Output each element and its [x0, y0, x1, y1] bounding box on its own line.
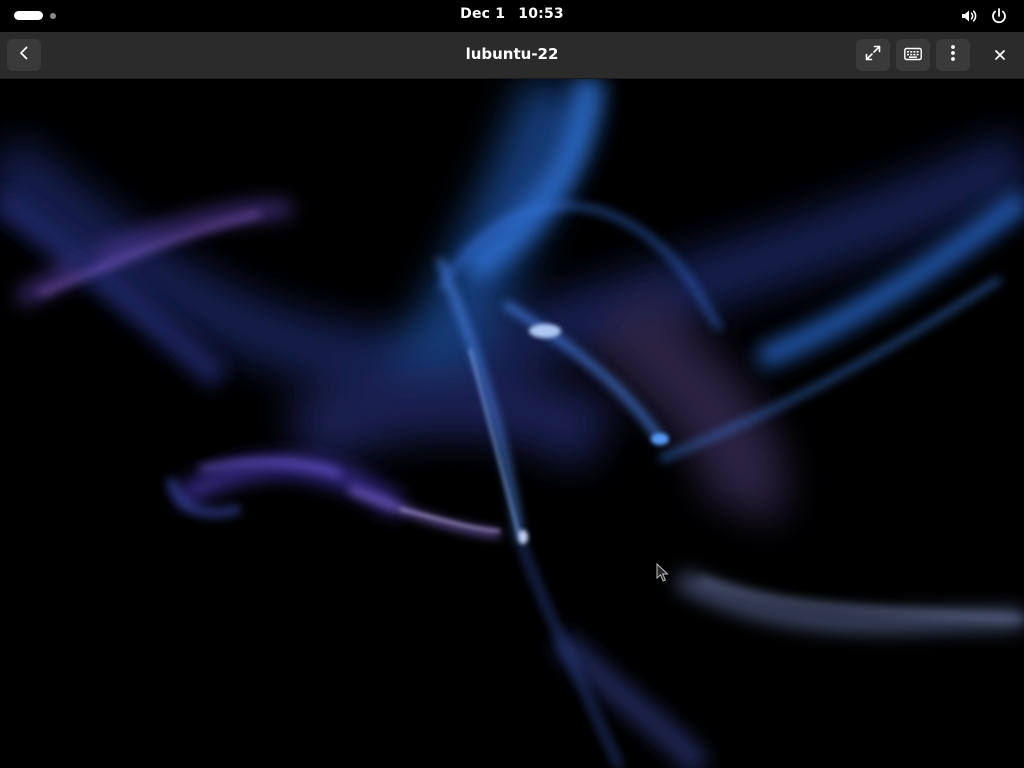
- window-header-bar: lubuntu-22: [0, 32, 1024, 79]
- keyboard-icon: [904, 46, 922, 65]
- speaker-icon[interactable]: [960, 7, 978, 25]
- mouse-pointer-icon: [656, 563, 670, 583]
- top-bar: Dec 1 10:53: [0, 0, 1024, 32]
- fullscreen-icon: [864, 44, 882, 66]
- kebab-menu-icon: [950, 44, 956, 66]
- fullscreen-button[interactable]: [856, 39, 890, 71]
- system-tray[interactable]: [960, 7, 1008, 25]
- abstract-wallpaper: [0, 79, 1024, 768]
- power-icon[interactable]: [990, 7, 1008, 25]
- menu-button[interactable]: [936, 39, 970, 71]
- clock-time: 10:53: [518, 6, 564, 22]
- close-icon: [994, 46, 1006, 65]
- send-keys-button[interactable]: [896, 39, 930, 71]
- clock-date: Dec 1: [460, 6, 506, 22]
- date-time-clock[interactable]: Dec 1 10:53: [0, 6, 1024, 22]
- close-button[interactable]: [983, 39, 1017, 71]
- remote-desktop-view[interactable]: [0, 79, 1024, 768]
